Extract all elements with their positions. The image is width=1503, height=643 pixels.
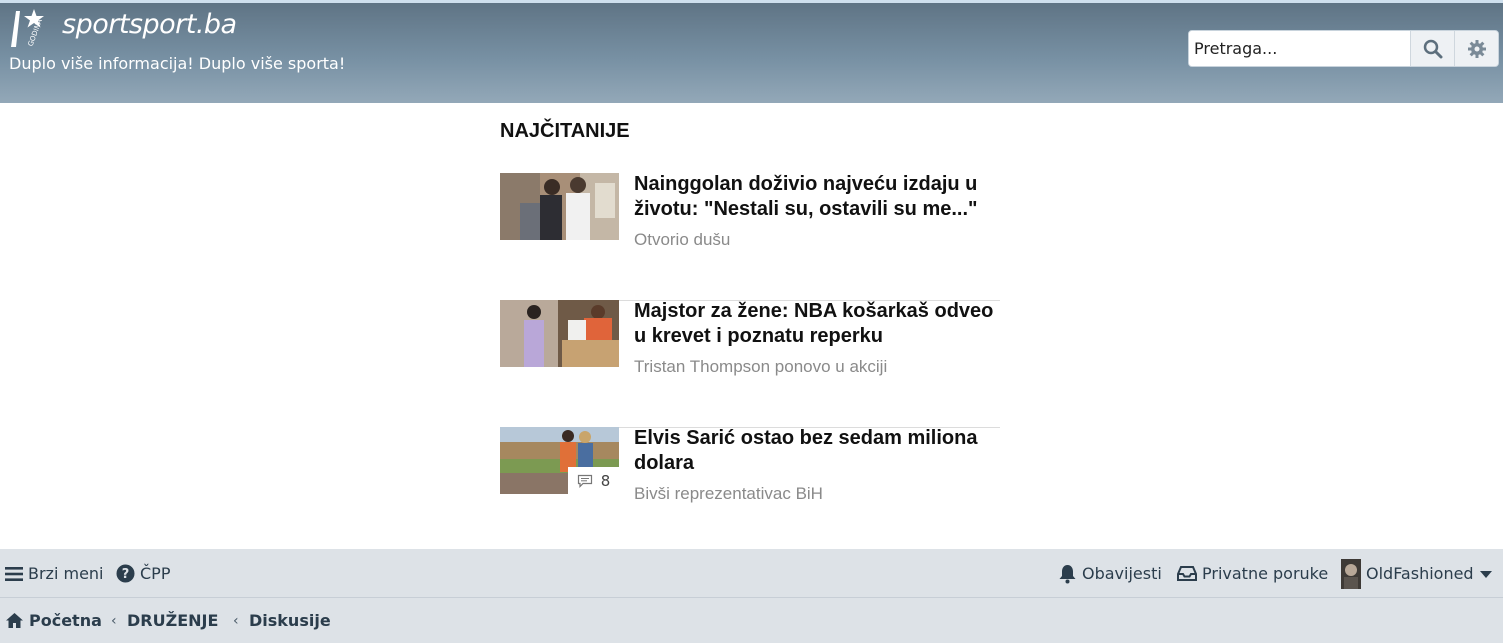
site-tagline: Duplo više informacija! Duplo više sport… [9,54,346,73]
search-settings-button[interactable] [1454,31,1498,66]
section-title: NAJČITANIJE [500,120,630,142]
bell-icon [1059,564,1076,583]
search-button[interactable] [1410,31,1454,66]
chevron-left-icon: ‹ [233,612,239,629]
faq-label: ČPP [140,564,171,583]
search-box [1188,30,1499,67]
breadcrumb: Početna ‹ DRUŽENJE ‹ Diskusije [0,598,1503,643]
notifications-button[interactable]: Obavijesti [1058,549,1162,598]
avatar [1341,558,1361,589]
article-title[interactable]: Elvis Sarić ostao bez sedam miliona dola… [634,426,994,476]
caret-down-icon [1479,570,1492,578]
article-item[interactable]: 8 Elvis Sarić ostao bez sedam miliona do… [500,427,1000,555]
breadcrumb-level2[interactable]: Diskusije [249,598,331,643]
breadcrumb-level1[interactable]: DRUŽENJE [127,598,218,643]
faq-link[interactable]: ? ČPP [116,549,170,598]
comment-icon [577,474,592,488]
quick-menu-label: Brzi meni [28,564,104,583]
chevron-left-icon: ‹ [111,612,117,629]
most-read-section: NAJČITANIJE Nainggolan doživio najveću i… [500,103,1000,555]
forum-navbar: Brzi meni ? ČPP Obavijesti Privatne poru… [0,549,1503,598]
breadcrumb-level2-label: Diskusije [249,611,331,630]
star-logo-icon[interactable]: GODINA [8,7,50,51]
article-item[interactable]: Majstor za žene: NBA košarkaš odveo u kr… [500,300,1000,428]
quick-menu-button[interactable]: Brzi meni [5,549,104,598]
username-label: OldFashioned [1366,564,1474,583]
user-menu-button[interactable]: OldFashioned [1341,549,1493,598]
inbox-icon [1177,566,1197,581]
article-thumbnail[interactable] [500,300,619,367]
article-thumbnail[interactable] [500,173,619,240]
site-logo-text[interactable]: sportsport.ba [62,9,237,40]
breadcrumb-home[interactable]: Početna [5,598,102,643]
article-thumbnail[interactable]: 8 [500,427,619,494]
article-subtitle: Tristan Thompson ponovo u akciji [634,357,888,376]
site-header: GODINA sportsport.ba Duplo više informac… [0,0,1503,103]
svg-text:?: ? [122,567,130,582]
breadcrumb-level1-label: DRUŽENJE [127,611,219,630]
search-input[interactable] [1189,31,1410,66]
article-title[interactable]: Majstor za žene: NBA košarkaš odveo u kr… [634,299,994,349]
private-messages-button[interactable]: Privatne poruke [1177,549,1328,598]
comment-count-badge[interactable]: 8 [568,467,619,494]
comment-count: 8 [600,471,611,490]
question-circle-icon: ? [116,564,135,583]
article-subtitle: Bivši reprezentativac BiH [634,484,823,503]
private-messages-label: Privatne poruke [1202,564,1329,583]
svg-text:GODINA: GODINA [27,18,44,48]
article-item[interactable]: Nainggolan doživio najveću izdaju u živo… [500,173,1000,301]
gear-icon [1467,39,1486,58]
search-icon [1423,39,1442,58]
breadcrumb-home-label: Početna [29,611,102,630]
hamburger-menu-icon [5,566,23,581]
article-subtitle: Otvorio dušu [634,230,731,249]
article-title[interactable]: Nainggolan doživio najveću izdaju u živo… [634,172,994,222]
home-icon [6,613,23,628]
notifications-label: Obavijesti [1082,564,1162,583]
